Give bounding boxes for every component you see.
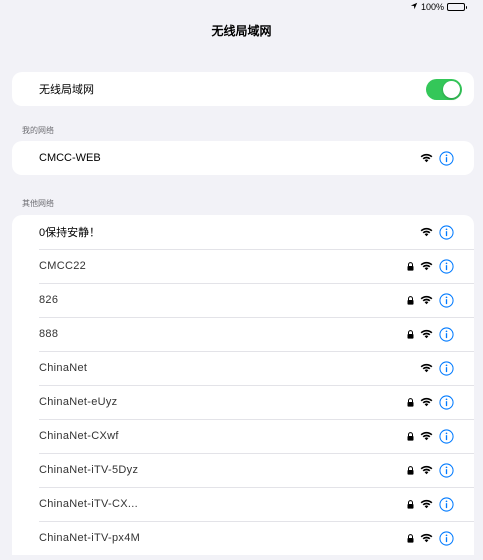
info-icon[interactable] (439, 292, 454, 308)
network-name: ChinaNet-iTV-px4M (39, 532, 141, 544)
network-name: 826 (39, 294, 59, 306)
network-row[interactable]: ChinaNet-iTV-CX... (12, 487, 474, 521)
lock-icon (407, 295, 414, 305)
wifi-signal-icon (420, 533, 433, 543)
lock-icon (407, 261, 414, 271)
network-row[interactable]: 826 (12, 283, 474, 317)
network-row[interactable]: 888 (12, 317, 474, 351)
my-networks-list: CMCC-WEB (12, 141, 474, 175)
page-title: 无线局域网 (211, 24, 272, 38)
info-icon[interactable] (439, 326, 454, 342)
wifi-signal-icon (420, 431, 433, 441)
network-row[interactable]: ChinaNet-iTV-px4M (12, 521, 474, 555)
network-name: CMCC22 (39, 260, 87, 272)
lock-icon (407, 465, 414, 475)
lock-icon (407, 533, 414, 543)
wifi-signal-icon (420, 261, 433, 271)
wifi-signal-icon (420, 499, 433, 509)
lock-icon (407, 499, 414, 509)
info-icon[interactable] (439, 496, 454, 512)
network-name: 0保持安静！ (39, 227, 101, 239)
wifi-signal-icon (420, 397, 433, 407)
location-arrow-icon (410, 2, 418, 12)
network-name: ChinaNet-CXwf (39, 430, 119, 442)
battery-percentage: 100% (420, 2, 444, 12)
network-name: ChinaNet-eUyz (39, 396, 118, 408)
info-icon[interactable] (439, 258, 454, 274)
other-networks-header: 其他网络 (22, 199, 54, 208)
wifi-signal-icon (420, 153, 433, 163)
wifi-signal-icon (420, 329, 433, 339)
wifi-signal-icon (420, 227, 433, 237)
wifi-signal-icon (420, 295, 433, 305)
info-icon[interactable] (439, 150, 454, 166)
wifi-signal-icon (420, 363, 433, 373)
wifi-toggle-card: 无线局域网 (12, 72, 474, 106)
wifi-toggle-switch[interactable] (426, 78, 462, 100)
network-name: ChinaNet-iTV-5Dyz (39, 464, 139, 476)
network-row[interactable]: ChinaNet-iTV-5Dyz (12, 453, 474, 487)
network-row-cmcc-web[interactable]: CMCC-WEB (12, 141, 474, 175)
info-icon[interactable] (439, 224, 454, 240)
network-row[interactable]: ChinaNet-CXwf (12, 419, 474, 453)
wifi-signal-icon (420, 465, 433, 475)
info-icon[interactable] (439, 530, 454, 546)
network-row[interactable]: ChinaNet-eUyz (12, 385, 474, 419)
lock-icon (407, 431, 414, 441)
network-name: CMCC-WEB (39, 152, 101, 164)
my-networks-header: 我的网络 (22, 126, 54, 135)
status-bar: 100% (0, 0, 483, 14)
wifi-toggle-label: 无线局域网 (39, 84, 94, 96)
network-row[interactable]: CMCC22 (12, 249, 474, 283)
info-icon[interactable] (439, 462, 454, 478)
wifi-toggle-row: 无线局域网 (12, 72, 474, 106)
lock-icon (407, 397, 414, 407)
network-row[interactable]: 0保持安静！ (12, 215, 474, 249)
info-icon[interactable] (439, 394, 454, 410)
network-row[interactable]: ChinaNet (12, 351, 474, 385)
network-name: ChinaNet-iTV-CX... (39, 498, 138, 510)
network-name: 888 (39, 328, 59, 340)
info-icon[interactable] (439, 428, 454, 444)
battery-icon (447, 3, 467, 11)
network-name: ChinaNet (39, 362, 88, 374)
other-networks-list: 0保持安静！ CMCC22 826 888 ChinaNet ChinaNet-… (12, 215, 474, 555)
info-icon[interactable] (439, 360, 454, 376)
lock-icon (407, 329, 414, 339)
